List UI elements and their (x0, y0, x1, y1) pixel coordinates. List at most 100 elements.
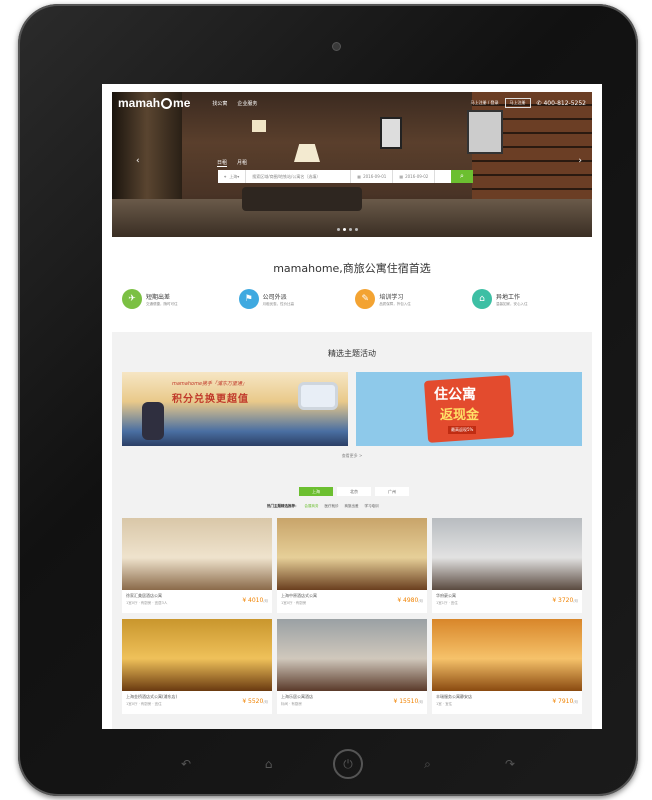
slide-indicators (337, 228, 358, 231)
listing-grid: 徐家汇美居酒店公寓 1室0厅 · 有厨房 · 宜居3人 ¥ 4010/月 上海中… (122, 518, 582, 714)
listing-price: ¥ 7910/月 (552, 698, 578, 705)
plane-icon: ⚑ (238, 289, 259, 309)
filter-exhibition[interactable]: 会展商务 (305, 504, 319, 509)
price-unit: /月 (263, 599, 268, 603)
theme-filters: 热门主题精选推荐： 会展商务 医疗就诊 商旅出差 学习培训 (267, 504, 379, 509)
listing-card[interactable]: 上海中原酒店式公寓 1室0厅 · 有厨房 ¥ 4980/月 (277, 518, 427, 613)
themes-section: 精选主题活动 mamahome携手「浦东万里通」 积分兑换更超值 住公寓 返现金… (112, 332, 592, 729)
listing-price: ¥ 4980/月 (397, 597, 423, 604)
listing-info: 上海中原酒店式公寓 1室0厅 · 有厨房 ¥ 4980/月 (277, 590, 427, 613)
nav-item-enterprise[interactable]: 企业服务 (237, 100, 257, 107)
slide-dot-active[interactable] (343, 228, 346, 231)
banner-ribbon: 最高返现5% (448, 426, 477, 434)
listing-price: ¥ 3720/月 (552, 597, 578, 604)
search-icon: ⌕ (460, 172, 464, 180)
listing-info: 上海乐居公寓酒店 标间 · 有厨房 ¥ 15510/月 (277, 691, 427, 714)
menu-icon[interactable]: ↷ (492, 746, 528, 782)
power-icon[interactable]: ⏻ (333, 749, 363, 779)
price-unit: /月 (573, 700, 578, 704)
listing-photo[interactable] (122, 619, 272, 691)
listing-photo[interactable] (432, 518, 582, 590)
price-value: ¥ 5520 (242, 698, 264, 705)
banner-subtitle: mamahome携手「浦东万里通」 (172, 381, 248, 387)
tab-guangzhou[interactable]: 广州 (375, 487, 409, 496)
listing-photo[interactable] (277, 619, 427, 691)
phone-number: ✆ 400-812-5252 (536, 99, 586, 107)
checkout-date[interactable]: ▦ 2016-09-02 (393, 170, 436, 183)
listing-photo[interactable] (432, 619, 582, 691)
feature-short-trip[interactable]: ✈ 短期出差 交通便捷，随时可住 (122, 289, 232, 309)
hero-banner: mamah me 找公寓 企业服务 马上注册 / 登录 马上注册 ✆ 400-81… (112, 92, 592, 237)
book-icon: ✎ (355, 289, 376, 309)
phone-text: 400-812-5252 (543, 99, 586, 107)
banner-title: 住公寓 (434, 387, 476, 403)
listing-card[interactable]: 徐家汇美居酒店公寓 1室0厅 · 有厨房 · 宜居3人 ¥ 4010/月 (122, 518, 272, 613)
slide-dot[interactable] (355, 228, 358, 231)
filter-business[interactable]: 商旅出差 (345, 504, 359, 509)
top-navbar: mamah me 找公寓 企业服务 马上注册 / 登录 马上注册 ✆ 400-81… (112, 92, 592, 114)
checkout-value: 2016-09-02 (405, 174, 429, 179)
rent-type-tabs: 日租 月租 (217, 159, 247, 167)
banner-title-2: 返现金 (440, 408, 480, 423)
airplane-window-image (298, 382, 338, 410)
feature-title: 公司外派 (262, 293, 287, 301)
next-slide-icon[interactable]: › (578, 156, 582, 166)
view-more-link[interactable]: 查看更多 > (112, 453, 592, 459)
filter-medical[interactable]: 医疗就诊 (325, 504, 339, 509)
promo-banner-cashback[interactable]: 住公寓 返现金 最高返现5% (356, 372, 582, 446)
search-button[interactable]: ⌕ (451, 170, 473, 183)
listing-price: ¥ 4010/月 (242, 597, 268, 604)
listing-info: 丰瑞服务公寓静安店 1室 · 宜住 ¥ 7910/月 (432, 691, 582, 714)
prev-slide-icon[interactable]: ‹ (136, 156, 140, 166)
filter-training[interactable]: 学习培训 (365, 504, 379, 509)
city-select[interactable]: ⌖ 上海 ▾ (218, 170, 247, 183)
briefcase-icon: ✈ (122, 289, 142, 309)
slide-dot[interactable] (337, 228, 340, 231)
nav-item-apartments[interactable]: 找公寓 (212, 100, 227, 107)
feature-training[interactable]: ✎ 培训学习 品质保障，拎包入住 (355, 289, 465, 309)
feature-title: 异地工作 (495, 293, 520, 301)
site-logo[interactable]: mamah me (118, 96, 190, 110)
register-button[interactable]: 马上注册 (504, 98, 531, 108)
feature-title: 培训学习 (379, 293, 404, 301)
tab-beijing[interactable]: 北京 (337, 487, 371, 496)
businessman-image (142, 402, 164, 440)
city-value: 上海 (229, 173, 238, 179)
search-hw-icon[interactable]: ⌕ (410, 746, 446, 782)
feature-list: ✈ 短期出差 交通便捷，随时可住 ⚑ 公司外派 月租优惠，性价比高 ✎ 培训学习 品质… (122, 289, 582, 309)
feature-assignment[interactable]: ⚑ 公司外派 月租优惠，性价比高 (238, 289, 349, 309)
listing-info: 华府豪公寓 1室1厅 · 宜住 ¥ 3720/月 (432, 590, 582, 613)
filter-label: 热门主题精选推荐： (267, 504, 299, 508)
slide-dot[interactable] (349, 228, 352, 231)
page-title: mamahome,商旅公寓住宿首选 (273, 262, 431, 275)
price-value: ¥ 3720 (552, 597, 574, 604)
listing-price: ¥ 15510/月 (394, 698, 424, 705)
tab-daily[interactable]: 日租 (217, 159, 228, 167)
listing-card[interactable]: 上海金桥酒店式公寓(浦东店) 1室0厅 · 有厨房 · 宜住 ¥ 5520/月 (122, 619, 272, 714)
price-value: ¥ 4010 (242, 597, 264, 604)
user-links[interactable]: 马上注册 / 登录 (471, 100, 499, 106)
listing-photo[interactable] (122, 518, 272, 590)
tab-monthly[interactable]: 月租 (237, 159, 247, 167)
price-unit: /月 (418, 599, 423, 603)
keyword-input[interactable]: 搜索区域/商圈/地铁站/公寓名（选填） (246, 170, 352, 183)
feature-sub: 交通便捷，随时可住 (146, 301, 178, 306)
tablet-buttons: ↶ ⌂ ⏻ ⌕ ↷ (168, 746, 528, 782)
listing-card[interactable]: 上海乐居公寓酒店 标间 · 有厨房 ¥ 15510/月 (277, 619, 427, 714)
listing-card[interactable]: 丰瑞服务公寓静安店 1室 · 宜住 ¥ 7910/月 (432, 619, 582, 714)
listing-photo[interactable] (277, 518, 427, 590)
feature-remote-work[interactable]: ⌂ 异地工作 温馨如家，安心入住 (471, 289, 582, 309)
checkin-date[interactable]: ▦ 2016-09-01 (351, 170, 394, 183)
listing-card[interactable]: 华府豪公寓 1室1厅 · 宜住 ¥ 3720/月 (432, 518, 582, 613)
feature-title: 短期出差 (146, 293, 171, 301)
back-icon[interactable]: ↶ (168, 746, 204, 782)
tab-shanghai[interactable]: 上海 (299, 487, 333, 496)
home-icon[interactable]: ⌂ (251, 746, 287, 782)
feature-sub: 温馨如家，安心入住 (495, 301, 528, 306)
price-unit: /月 (263, 700, 268, 704)
price-unit: /月 (418, 700, 423, 704)
price-unit: /月 (573, 599, 578, 603)
screen: mamah me 找公寓 企业服务 马上注册 / 登录 马上注册 ✆ 400-81… (102, 84, 602, 729)
promo-banner-points[interactable]: mamahome携手「浦东万里通」 积分兑换更超值 (122, 372, 348, 446)
camera-icon (332, 42, 341, 51)
